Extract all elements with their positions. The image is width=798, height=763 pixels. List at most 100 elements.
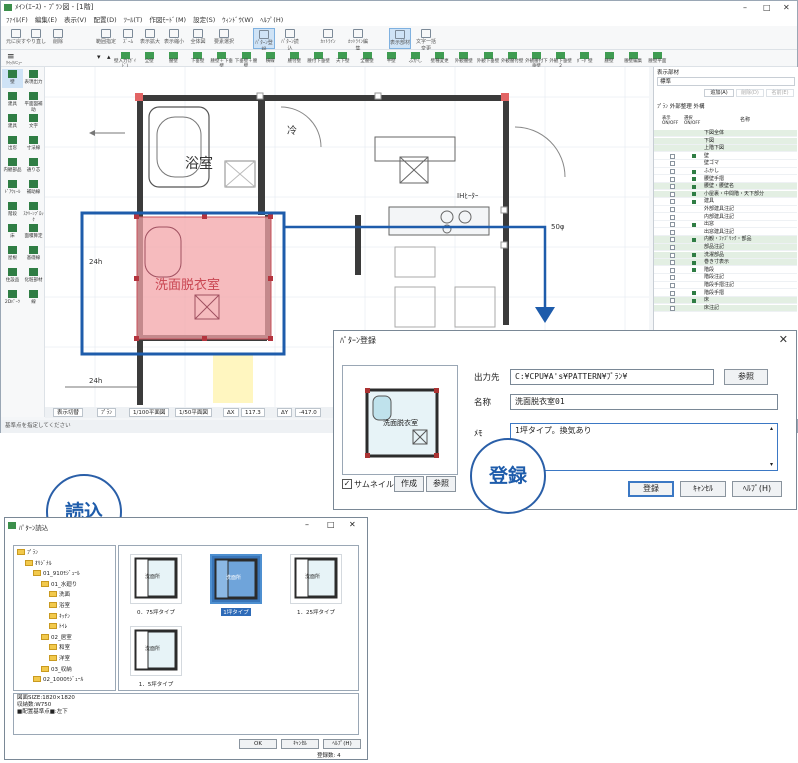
- visibility-checkbox[interactable]: [670, 237, 675, 243]
- wall-tool-button[interactable]: 全壁: [137, 51, 161, 66]
- parts-row[interactable]: 外部建具注記: [654, 206, 797, 214]
- tab-plan[interactable]: ﾌﾟﾗﾝ: [657, 104, 668, 110]
- maximize-icon[interactable]: □: [327, 520, 335, 529]
- toolbar-button[interactable]: 範囲指定: [95, 28, 117, 49]
- pattern-thumbnail[interactable]: 洗面所 1．25坪タイプ: [287, 552, 345, 624]
- menu-item[interactable]: 設定(S): [193, 16, 215, 24]
- wall-tool-button[interactable]: 外観腰付下垂壁: [524, 51, 548, 68]
- palette-item[interactable]: 屋根: [2, 245, 23, 264]
- wall-tool-button[interactable]: 天下壁: [331, 51, 355, 66]
- tab-exterior[interactable]: 外構: [694, 104, 705, 110]
- menu-item[interactable]: ｳｨﾝﾄﾞｳ(W): [222, 16, 253, 24]
- tree-folder[interactable]: 02_居室: [41, 633, 72, 643]
- toolbar-button[interactable]: 要素選択: [213, 28, 235, 49]
- toolbar-button[interactable]: やり直し: [25, 28, 47, 49]
- scroll-up-icon[interactable]: ▴: [770, 425, 773, 432]
- status-segment[interactable]: ﾌﾟﾗﾝ: [97, 408, 117, 417]
- parts-row[interactable]: 内観・ﾌｧﾌﾞﾘｯｸ・部品: [654, 236, 797, 244]
- parts-row[interactable]: 床: [654, 297, 797, 305]
- visibility-checkbox[interactable]: [670, 245, 675, 250]
- parts-row[interactable]: 小屋裏・中間階・天下部分: [654, 190, 797, 198]
- toolbar-button[interactable]: 全体図: [187, 28, 209, 49]
- parts-row[interactable]: 建具: [654, 198, 797, 206]
- visibility-checkbox[interactable]: [670, 298, 675, 304]
- register-button[interactable]: 登録: [628, 481, 674, 497]
- palette-item[interactable]: 補助線: [23, 179, 44, 198]
- output-path-field[interactable]: C:¥CPU¥A's¥PATTERN¥ﾌﾟﾗﾝ¥: [510, 369, 714, 385]
- thumbnail-checkbox[interactable]: ✓: [342, 479, 352, 489]
- pattern-thumbnail[interactable]: 洗面所 1坪タイプ: [207, 552, 265, 624]
- toolbar-button[interactable]: 元に戻す: [5, 28, 27, 49]
- tree-folder[interactable]: ﾌﾟﾗﾝ: [17, 549, 38, 558]
- parts-row[interactable]: 下図全体: [654, 130, 797, 138]
- parts-row[interactable]: 階段注記: [654, 274, 797, 282]
- visibility-checkbox[interactable]: [670, 214, 675, 220]
- menu-item[interactable]: 配置(D): [94, 16, 117, 24]
- tree-folder[interactable]: ｵﾘｼﾞﾅﾙ: [25, 559, 52, 569]
- visibility-checkbox[interactable]: [670, 176, 675, 182]
- parts-row[interactable]: 壁ゴマ: [654, 160, 797, 168]
- minimize-icon[interactable]: –: [305, 520, 309, 529]
- menu-item[interactable]: 作図ﾓｰﾄﾞ(M): [149, 16, 186, 24]
- visibility-checkbox[interactable]: [670, 305, 675, 311]
- wall-tool-button[interactable]: 腰付壁: [282, 51, 306, 66]
- scroll-down-icon[interactable]: ▾: [770, 461, 773, 468]
- visibility-checkbox[interactable]: [670, 290, 675, 296]
- wall-tool-button[interactable]: ﾎﾞｰﾀﾞ壁: [573, 51, 597, 66]
- pattern-thumbnail[interactable]: 洗面所 0．75坪タイプ: [127, 552, 185, 624]
- palette-item[interactable]: 内観部品: [2, 157, 23, 176]
- ok-button[interactable]: OK: [239, 739, 277, 749]
- wall-tool-button[interactable]: 下垂壁＋腰壁: [234, 51, 258, 68]
- tree-folder[interactable]: 02_1000ﾓｼﾞｭｰﾙ: [33, 676, 83, 685]
- wall-tool-button[interactable]: 壁入力(ｶﾞｲﾄﾞ): [113, 51, 137, 68]
- palette-item[interactable]: 住設品: [2, 267, 23, 286]
- menu-item[interactable]: 編集(E): [35, 16, 57, 24]
- parts-row[interactable]: 階段手摺注記: [654, 282, 797, 290]
- toolbar-button[interactable]: ｽﾞｰﾑ: [117, 28, 139, 49]
- status-segment[interactable]: 1/100平面図: [129, 408, 170, 417]
- palette-item[interactable]: 寸法線: [23, 135, 44, 154]
- toolbar-button[interactable]: 表示縮小: [163, 28, 185, 49]
- wall-tool-button[interactable]: 下垂壁: [186, 51, 210, 66]
- parts-row[interactable]: 階段手摺: [654, 290, 797, 297]
- tree-folder[interactable]: 浴室: [49, 602, 70, 611]
- tab-external[interactable]: 外部整理: [670, 104, 692, 110]
- wall-tool-button[interactable]: 外観腰付壁: [500, 51, 524, 66]
- help-button[interactable]: ﾍﾙﾌﾟ(H): [732, 481, 782, 497]
- palette-item[interactable]: 建具: [2, 91, 23, 110]
- palette-item[interactable]: 建具: [2, 113, 23, 132]
- parts-row[interactable]: 部品注記: [654, 244, 797, 252]
- wall-tool-button[interactable]: 横線: [258, 51, 282, 66]
- wall-tool-button[interactable]: 全腰壁: [355, 51, 379, 66]
- visibility-checkbox[interactable]: [670, 153, 675, 159]
- close-icon[interactable]: ✕: [783, 1, 790, 14]
- parts-row[interactable]: 腰壁手摺: [654, 176, 797, 183]
- make-thumbnail-button[interactable]: 作成: [394, 476, 424, 492]
- delete-button[interactable]: 削除(D): [736, 89, 764, 97]
- minimize-icon[interactable]: –: [743, 1, 747, 14]
- visibility-checkbox[interactable]: [670, 267, 675, 273]
- palette-item[interactable]: 平面図補助: [23, 91, 44, 113]
- tree-folder[interactable]: 01_水廻り: [41, 580, 77, 590]
- wall-tool-button[interactable]: 腰壁＋下垂壁: [210, 51, 234, 68]
- menu-item[interactable]: ﾌｧｲﾙ(F): [6, 16, 28, 24]
- palette-item[interactable]: 線: [23, 289, 44, 308]
- browse-thumbnail-button[interactable]: 参照: [426, 476, 456, 492]
- caret-down-icon[interactable]: ▾: [97, 53, 101, 61]
- wall-tool-button[interactable]: 腰壁: [161, 51, 185, 66]
- toolbar-button[interactable]: 表示部材: [389, 28, 411, 49]
- tree-folder[interactable]: 洋室: [49, 655, 70, 664]
- wall-tool-button[interactable]: 腰壁: [597, 51, 621, 66]
- memo-field[interactable]: 1坪タイプ。換気あり: [510, 423, 778, 471]
- visibility-checkbox[interactable]: [670, 199, 675, 205]
- visibility-checkbox[interactable]: [670, 283, 675, 288]
- palette-item[interactable]: 文字: [23, 113, 44, 132]
- palette-item[interactable]: 基礎線: [23, 245, 44, 264]
- toolbar-button[interactable]: 表示拡大: [139, 28, 161, 49]
- wall-tool-button[interactable]: 外観下垂壁: [476, 51, 500, 66]
- caret-up-icon[interactable]: ▴: [107, 53, 111, 61]
- toolbar-button[interactable]: ｶｯﾄﾗｲﾝ編集: [347, 28, 369, 52]
- wall-tool-button[interactable]: 半壁: [379, 51, 403, 66]
- palette-item[interactable]: ﾄﾞｱｳｫｰﾙ: [2, 179, 23, 198]
- parts-row[interactable]: 上階下図: [654, 145, 797, 153]
